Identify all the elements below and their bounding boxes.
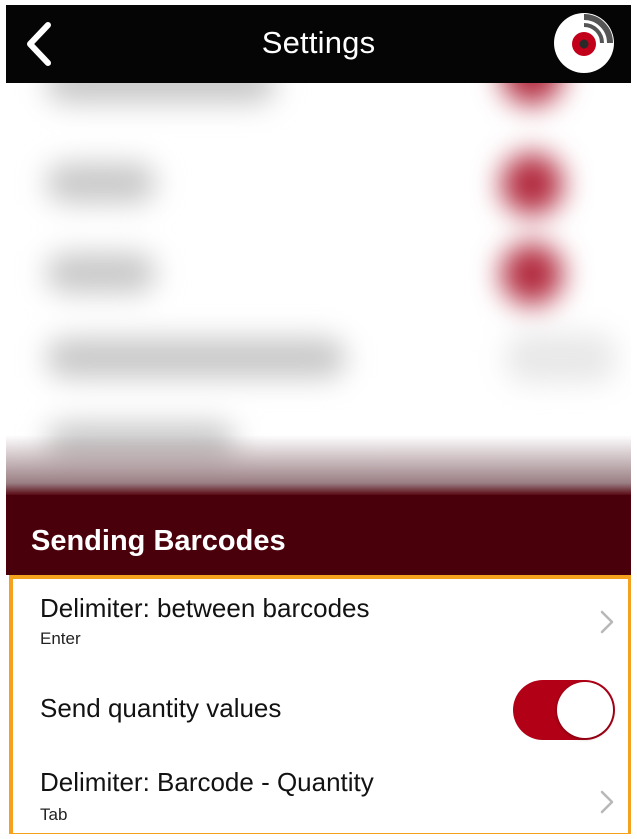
page-title: Settings <box>261 25 376 60</box>
settings-screen: Settings Sending Barcodes Delimiter: bet… <box>6 5 631 834</box>
row-value: Tab <box>40 805 68 824</box>
navigation-bar: Settings <box>6 5 631 83</box>
toggle-knob <box>557 682 613 738</box>
section-title: Sending Barcodes <box>31 525 286 557</box>
row-title: Delimiter: between barcodes <box>40 593 370 623</box>
section-header: Sending Barcodes <box>6 495 631 575</box>
row-title: Send quantity values <box>40 693 282 723</box>
send-quantity-values-toggle[interactable] <box>513 680 615 740</box>
blurred-settings-content <box>6 83 631 495</box>
row-value: Enter <box>40 629 81 648</box>
chevron-right-icon <box>600 610 614 634</box>
delimiter-between-barcodes-row[interactable]: Delimiter: between barcodes Enter <box>13 579 628 659</box>
chevron-right-icon <box>600 790 614 814</box>
app-logo-button[interactable] <box>552 11 616 75</box>
row-title: Delimiter: Barcode - Quantity <box>40 767 374 797</box>
highlighted-settings-group: Delimiter: between barcodes Enter Send q… <box>9 575 631 834</box>
delimiter-barcode-quantity-row[interactable]: Delimiter: Barcode - Quantity Tab <box>13 749 628 833</box>
app-logo-icon <box>554 13 614 73</box>
send-quantity-values-row: Send quantity values <box>13 659 628 749</box>
